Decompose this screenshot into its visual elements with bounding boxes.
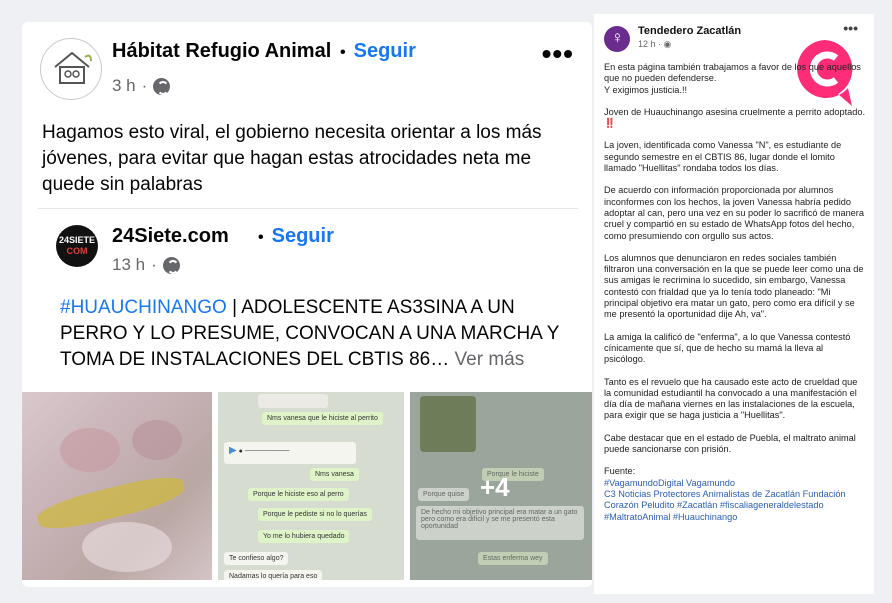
shared-timestamp-row: 13 h ·: [112, 255, 180, 275]
right-post-time: 12 h · ◉: [638, 39, 672, 49]
chat-bubble: Yo me lo hubiera quedado: [258, 530, 350, 543]
chat-bubble: Porque le hiciste eso al perro: [248, 488, 349, 501]
chat-bubble: Nms vanesa que le hiciste al perrito: [262, 412, 383, 425]
globe-icon: ◉: [663, 39, 672, 49]
globe-icon: [153, 77, 171, 95]
dot-separator: •: [258, 229, 264, 246]
photo-2-chat-screenshot[interactable]: Nms vanesa que le hiciste al perrito ▶ ●…: [218, 392, 404, 580]
photo-1[interactable]: [22, 392, 212, 580]
chat-bubble: Nadamas lo quería para eso: [224, 570, 323, 580]
shared-post-time[interactable]: 13 h: [112, 255, 145, 275]
female-symbol-avatar-icon[interactable]: [604, 26, 630, 52]
dot-separator: •: [340, 44, 346, 61]
chat-bubble: Estas enferma wey: [478, 552, 548, 565]
shared-post[interactable]: 24SIETE COM 24Siete.com • Seguir 13 h · #…: [38, 208, 578, 392]
shared-page-avatar[interactable]: 24SIETE COM: [56, 225, 98, 267]
post-text: Hagamos esto viral, el gobierno necesita…: [42, 122, 542, 195]
chat-bubble: Nms vanesa: [310, 468, 359, 481]
photo-3-more[interactable]: Porque le hiciste Porque quise De hecho …: [410, 392, 592, 580]
page-avatar[interactable]: [40, 38, 102, 100]
play-icon: ▶: [229, 445, 237, 456]
blur-blob: [132, 420, 182, 460]
chat-bubble: Te confieso algo?: [224, 552, 289, 565]
chat-bubble: Porque le pediste si no lo querías: [258, 508, 372, 521]
post-header: Hábitat Refugio Animal • Seguir 3 h · •••: [40, 36, 574, 106]
chat-header-box: [258, 394, 328, 408]
follow-label: Seguir: [353, 40, 416, 62]
more-options-icon[interactable]: •••: [843, 21, 858, 35]
logo-text-bottom: COM: [66, 246, 88, 256]
right-post-body: En esta página también trabajamos a favo…: [604, 62, 866, 523]
paragraph: De acuerdo con información proporcionada…: [604, 185, 864, 241]
chat-bubble: De hecho mi objetivo principal era matar…: [416, 506, 584, 540]
post-timestamp-row: 3 h ·: [112, 76, 171, 96]
post-time[interactable]: 3 h: [112, 76, 136, 96]
logo-text-top: 24SIETE: [58, 235, 96, 245]
house-logo-icon: [54, 51, 92, 84]
right-time-text: 12 h: [638, 39, 656, 49]
shared-page-name[interactable]: 24Siete.com: [112, 225, 229, 248]
shared-follow-button[interactable]: • Seguir: [250, 225, 334, 248]
voice-note-bubble: ▶ ● ─────────: [224, 442, 356, 464]
paragraph: Tanto es el revuelo que ha causado este …: [604, 376, 858, 421]
blur-blob: [60, 428, 120, 472]
paragraph: La amiga la calificó de "enferma", a lo …: [604, 331, 851, 365]
paragraph: Los alumnos que denunciaron en redes soc…: [604, 252, 864, 320]
globe-icon: [162, 256, 180, 274]
more-photos-count[interactable]: +4: [480, 472, 510, 503]
photo-grid: Nms vanesa que le hiciste al perrito ▶ ●…: [22, 392, 592, 587]
see-more-link[interactable]: Ver más: [455, 349, 525, 370]
thumbnail-image: [420, 396, 476, 452]
follow-label: Seguir: [271, 225, 334, 247]
page-name[interactable]: Hábitat Refugio Animal: [112, 40, 331, 63]
more-options-icon[interactable]: •••: [542, 40, 574, 68]
paragraph: En esta página también trabajamos a favo…: [604, 62, 861, 95]
right-page-name[interactable]: Tendedero Zacatlán: [638, 25, 741, 37]
dot-separator: ·: [141, 76, 148, 95]
follow-button[interactable]: • Seguir: [332, 40, 416, 63]
blur-blob: [82, 522, 172, 572]
paragraph: Cabe destacar que en el estado de Puebla…: [604, 432, 856, 455]
paragraph: Joven de Huauchinango asesina cruelmente…: [604, 106, 866, 129]
dot-separator: ·: [151, 255, 157, 274]
source-label: Fuente:: [604, 466, 636, 477]
paragraph: La joven, identificada como Vanessa "N",…: [604, 140, 842, 174]
chat-bubble: Porque quise: [418, 488, 470, 501]
shared-post-text: #HUAUCHINANGO | ADOLESCENTE AS3SINA A UN…: [60, 295, 575, 373]
hashtag-link[interactable]: #HUAUCHINANGO: [60, 297, 227, 318]
source-hashtags[interactable]: #VagamundoDigital Vagamundo C3 Noticias …: [604, 478, 866, 523]
main-post-card: Hábitat Refugio Animal • Seguir 3 h · •••…: [22, 22, 592, 587]
quoted-screenshot-post: Tendedero Zacatlán 12 h · ◉ ••• En esta …: [594, 14, 874, 594]
